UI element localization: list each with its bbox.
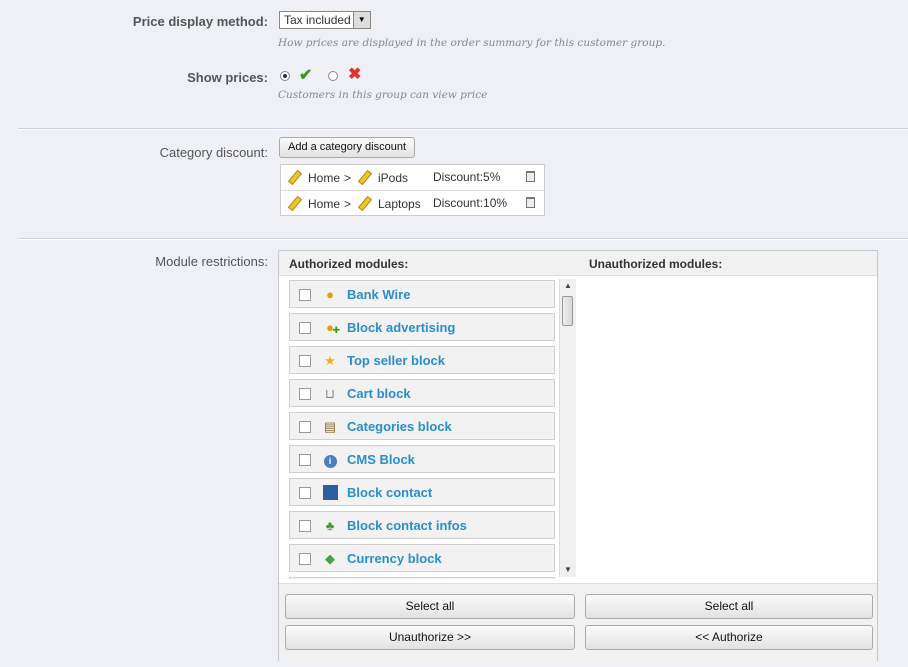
category-discount-label: Category discount:: [159, 145, 268, 160]
modules-scrollbar[interactable]: ▲ ▼: [559, 279, 576, 577]
discount-value: Discount:5%: [433, 170, 501, 184]
module-item-cms-block[interactable]: i CMS Block: [289, 445, 555, 473]
module-name[interactable]: Block contact infos: [347, 518, 467, 533]
discount-row: Home > iPods Discount:5%: [281, 165, 544, 189]
cross-icon[interactable]: ✖: [348, 64, 361, 84]
category-discount-table: Home > iPods Discount:5% Home > Laptops …: [280, 164, 545, 216]
module-name[interactable]: Bank Wire: [347, 287, 410, 302]
module-item-cart-block[interactable]: ⊔ Cart block: [289, 379, 555, 407]
select-all-unauthorized-button[interactable]: Select all: [585, 594, 873, 619]
module-name[interactable]: Top seller block: [347, 353, 445, 368]
module-name[interactable]: Categories block: [347, 419, 452, 434]
trash-icon[interactable]: [526, 171, 535, 182]
notebook-icon: ▤: [323, 419, 337, 434]
module-checkbox[interactable]: [299, 289, 311, 301]
chevron-down-icon[interactable]: ▼: [352, 12, 370, 28]
module-checkbox[interactable]: [299, 454, 311, 466]
check-icon[interactable]: ✔: [299, 65, 312, 85]
divider: [18, 238, 908, 240]
show-prices-hint: Customers in this group can view price: [278, 89, 488, 101]
module-restrictions-panel: Authorized modules: Unauthorized modules…: [278, 250, 878, 661]
price-display-hint: How prices are displayed in the order su…: [278, 37, 666, 49]
module-item-partial[interactable]: [289, 577, 555, 579]
discount-separator: >: [344, 171, 352, 185]
coins-add-icon: ● ✚: [326, 320, 340, 335]
discount-separator: >: [344, 197, 352, 211]
discount-home: Home: [308, 171, 341, 185]
module-item-block-contact-infos[interactable]: ♣ Block contact infos: [289, 511, 555, 539]
module-item-bank-wire[interactable]: ● Bank Wire: [289, 280, 555, 308]
price-display-value: Tax included: [284, 13, 351, 27]
module-checkbox[interactable]: [299, 322, 311, 334]
authorized-modules-header: Authorized modules:: [289, 257, 409, 271]
module-item-top-seller-block[interactable]: ★ Top seller block: [289, 346, 555, 374]
module-checkbox[interactable]: [299, 421, 311, 433]
module-item-block-contact[interactable]: Block contact: [289, 478, 555, 506]
trash-icon[interactable]: [526, 197, 535, 208]
show-prices-label: Show prices:: [187, 70, 268, 85]
module-item-block-advertising[interactable]: ● ✚ Block advertising: [289, 313, 555, 341]
award-star-icon: ★: [324, 353, 336, 368]
show-prices-no-radio[interactable]: [328, 71, 338, 81]
price-display-select[interactable]: Tax included ▼: [279, 11, 371, 29]
discount-home: Home: [308, 197, 341, 211]
blue-square-icon: [322, 485, 338, 501]
add-category-discount-button[interactable]: Add a category discount: [279, 137, 415, 158]
module-name[interactable]: Currency block: [347, 551, 442, 566]
module-name[interactable]: Block advertising: [347, 320, 455, 335]
basket-icon: ⊔: [324, 386, 336, 401]
discount-value: Discount:10%: [433, 196, 508, 210]
price-display-label: Price display method:: [132, 14, 268, 29]
module-checkbox[interactable]: [299, 355, 311, 367]
pencil-icon[interactable]: [357, 170, 371, 184]
module-actions: Select all Select all Unauthorize >> << …: [279, 583, 877, 661]
money-icon: ◆: [325, 551, 335, 566]
discount-category: iPods: [378, 171, 409, 185]
module-checkbox[interactable]: [299, 487, 311, 499]
coins-icon: ●: [326, 287, 334, 302]
module-checkbox[interactable]: [299, 388, 311, 400]
module-columns-header: Authorized modules: Unauthorized modules…: [279, 251, 877, 276]
show-prices-yes-radio[interactable]: [280, 71, 290, 81]
unauthorized-modules-header: Unauthorized modules:: [589, 257, 723, 271]
pencil-icon[interactable]: [357, 196, 371, 210]
discount-category: Laptops: [378, 197, 421, 211]
module-name[interactable]: CMS Block: [347, 452, 415, 467]
module-item-categories-block[interactable]: ▤ Categories block: [289, 412, 555, 440]
scroll-up-icon[interactable]: ▲: [560, 279, 576, 293]
scroll-down-icon[interactable]: ▼: [560, 563, 576, 577]
pencil-icon[interactable]: [287, 196, 301, 210]
module-restrictions-label: Module restrictions:: [155, 254, 268, 269]
pencil-icon[interactable]: [287, 170, 301, 184]
module-name[interactable]: Block contact: [347, 485, 432, 500]
unauthorize-button[interactable]: Unauthorize >>: [285, 625, 575, 650]
divider: [18, 128, 908, 130]
contact-card-icon: ♣: [325, 518, 335, 533]
authorized-modules-list[interactable]: ● Bank Wire ● ✚ Block advertising ★ Top s…: [285, 279, 570, 579]
info-icon: i: [322, 452, 338, 468]
module-checkbox[interactable]: [299, 553, 311, 565]
module-name[interactable]: Cart block: [347, 386, 411, 401]
module-item-currency-block[interactable]: ◆ Currency block: [289, 544, 555, 572]
authorize-button[interactable]: << Authorize: [585, 625, 873, 650]
select-all-authorized-button[interactable]: Select all: [285, 594, 575, 619]
module-checkbox[interactable]: [299, 520, 311, 532]
scrollbar-thumb[interactable]: [562, 296, 573, 326]
discount-row: Home > Laptops Discount:10%: [281, 190, 544, 215]
